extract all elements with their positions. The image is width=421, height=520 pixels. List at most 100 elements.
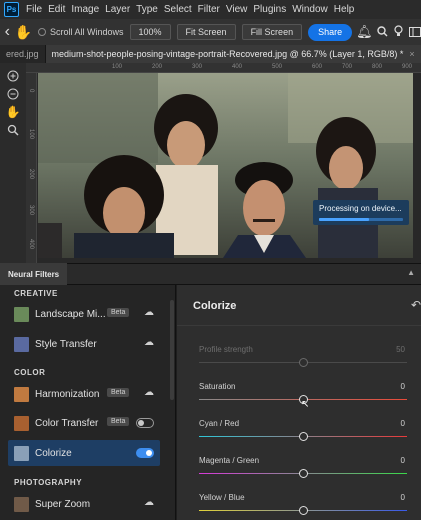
settings-title: Colorize (193, 300, 237, 312)
filter-color-transfer[interactable]: Color Transfer Beta (8, 410, 160, 436)
profile-strength-slider-knob[interactable] (298, 358, 308, 367)
search-icon[interactable] (377, 25, 389, 40)
filter-name: Harmonization (35, 388, 100, 400)
cyan-red-value: 0 (400, 419, 405, 428)
menu-edit[interactable]: Edit (45, 0, 68, 19)
color-transfer-toggle[interactable] (136, 418, 154, 428)
yellow-blue-label: Yellow / Blue (199, 493, 245, 502)
filter-style-transfer[interactable]: Style Transfer ☁ (8, 331, 160, 357)
options-bar: ‹ ✋ Scroll All Windows 100% Fit Screen F… (0, 19, 421, 45)
bell-icon[interactable]: 🔔︎ (356, 24, 373, 40)
colorize-settings-panel: Colorize ↶ Profile strength 50 Saturatio… (177, 285, 421, 520)
vintage-portrait-photo[interactable] (38, 73, 413, 258)
filter-name: Color Transfer (35, 417, 99, 429)
mouse-pointer-icon: ↖ (301, 399, 310, 410)
menu-image[interactable]: Image (68, 0, 102, 19)
toggle-knob (138, 420, 144, 426)
collapse-icon[interactable]: ▲ (407, 268, 415, 277)
filter-colorize[interactable]: Colorize (8, 440, 160, 466)
hand-icon[interactable]: ✋ (3, 103, 23, 120)
filter-list: CREATIVE Landscape Mi... Beta ☁ Style Tr… (0, 285, 176, 520)
filter-name: Super Zoom (35, 498, 91, 510)
beta-badge: Beta (107, 417, 130, 426)
menu-filter[interactable]: Filter (195, 0, 223, 19)
fill-screen-button[interactable]: Fill Screen (241, 24, 303, 40)
ruler-tick-label: 0 (28, 89, 34, 93)
menu-select[interactable]: Select (161, 0, 195, 19)
ruler-tick-label: 100 (28, 129, 34, 140)
yellow-blue-value: 0 (400, 493, 405, 502)
ruler-tick-label: 100 (112, 64, 123, 70)
cyan-red-slider-knob[interactable] (298, 432, 308, 441)
zoom-in-icon[interactable] (3, 67, 23, 84)
color-transfer-thumbnail-icon (14, 415, 29, 431)
saturation-value: 0 (400, 382, 405, 391)
scroll-all-windows-label: Scroll All Windows (49, 27, 124, 37)
magenta-green-label: Magenta / Green (199, 456, 260, 465)
beta-badge: Beta (107, 388, 130, 397)
photoshop-logo-icon: Ps (4, 2, 19, 17)
fit-screen-button[interactable]: Fit Screen (176, 24, 236, 40)
menu-view[interactable]: View (223, 0, 251, 19)
tab-previous-document[interactable]: ered.jpg (0, 45, 46, 63)
menu-plugins[interactable]: Plugins (250, 0, 289, 19)
menu-file[interactable]: File (23, 0, 45, 19)
harmonization-thumbnail-icon (14, 386, 29, 402)
saturation-label: Saturation (199, 382, 236, 391)
tab-active-document[interactable]: medium-shot-people-posing-vintage-portra… (45, 45, 421, 63)
processing-progress-fill (319, 218, 370, 221)
scroll-all-windows-checkbox[interactable]: Scroll All Windows (37, 27, 124, 37)
lightbulb-icon[interactable] (393, 24, 405, 40)
tab-label: medium-shot-people-posing-vintage-portra… (51, 49, 404, 59)
ruler-tick-label: 300 (192, 64, 203, 70)
colorize-toggle[interactable] (136, 448, 154, 458)
cloud-download-icon[interactable]: ☁ (144, 497, 154, 508)
cloud-download-icon[interactable]: ☁ (144, 337, 154, 348)
menu-help[interactable]: Help (331, 0, 358, 19)
cloud-download-icon[interactable]: ☁ (144, 307, 154, 318)
cyan-red-label: Cyan / Red (199, 419, 240, 428)
neural-filters-tab[interactable]: Neural Filters (0, 263, 68, 285)
neural-filters-header: Neural Filters ▲ (0, 263, 421, 285)
menu-type[interactable]: Type (133, 0, 161, 19)
ruler-tick-label: 300 (28, 205, 34, 216)
zoom-out-icon[interactable] (3, 85, 23, 102)
vertical-ruler: 0 100 200 300 400 (26, 73, 37, 263)
close-icon[interactable]: × (409, 49, 414, 59)
landscape-thumbnail-icon (14, 306, 29, 322)
reset-icon[interactable]: ↶ (411, 298, 421, 312)
cloud-download-icon[interactable]: ☁ (144, 387, 154, 398)
style-transfer-thumbnail-icon (14, 336, 29, 352)
filter-list-scrollbar[interactable] (170, 300, 174, 400)
processing-text: Processing on device... (319, 204, 402, 213)
processing-toast: Processing on device... (313, 200, 409, 225)
ruler-tick-label: 400 (28, 239, 34, 250)
share-button[interactable]: Share (308, 23, 353, 41)
divider (177, 325, 421, 326)
zoom-100-button[interactable]: 100% (129, 24, 171, 40)
workspace-icon[interactable] (408, 25, 421, 40)
menu-layer[interactable]: Layer (102, 0, 133, 19)
filter-name: Style Transfer (35, 338, 97, 350)
colorize-thumbnail-icon (14, 445, 29, 461)
filter-harmonization[interactable]: Harmonization Beta ☁ (8, 381, 160, 407)
ruler-tick-label: 200 (28, 169, 34, 180)
processing-progress-bar (319, 218, 403, 221)
magenta-green-slider-knob[interactable] (298, 469, 308, 478)
toggle-knob (146, 450, 152, 456)
yellow-blue-slider-knob[interactable] (298, 506, 308, 515)
hand-tool-icon[interactable]: ✋ (15, 24, 32, 41)
ruler-tick-label: 500 (272, 64, 283, 70)
filter-super-zoom[interactable]: Super Zoom ☁ (8, 491, 160, 517)
ruler-tick-label: 400 (232, 64, 243, 70)
section-creative: CREATIVE (14, 289, 58, 298)
filter-landscape-mixer[interactable]: Landscape Mi... Beta ☁ (8, 301, 160, 327)
document-tabs: ered.jpg medium-shot-people-posing-vinta… (0, 45, 421, 63)
horizontal-ruler: 100 200 300 400 500 600 700 800 900 (26, 63, 421, 73)
magnifier-icon[interactable] (3, 121, 23, 138)
back-arrow-icon[interactable]: ‹ (0, 23, 15, 41)
ruler-tick-label: 200 (152, 64, 163, 70)
checkbox-icon (37, 28, 46, 36)
ruler-tick-label: 600 (312, 64, 323, 70)
menu-window[interactable]: Window (289, 0, 331, 19)
